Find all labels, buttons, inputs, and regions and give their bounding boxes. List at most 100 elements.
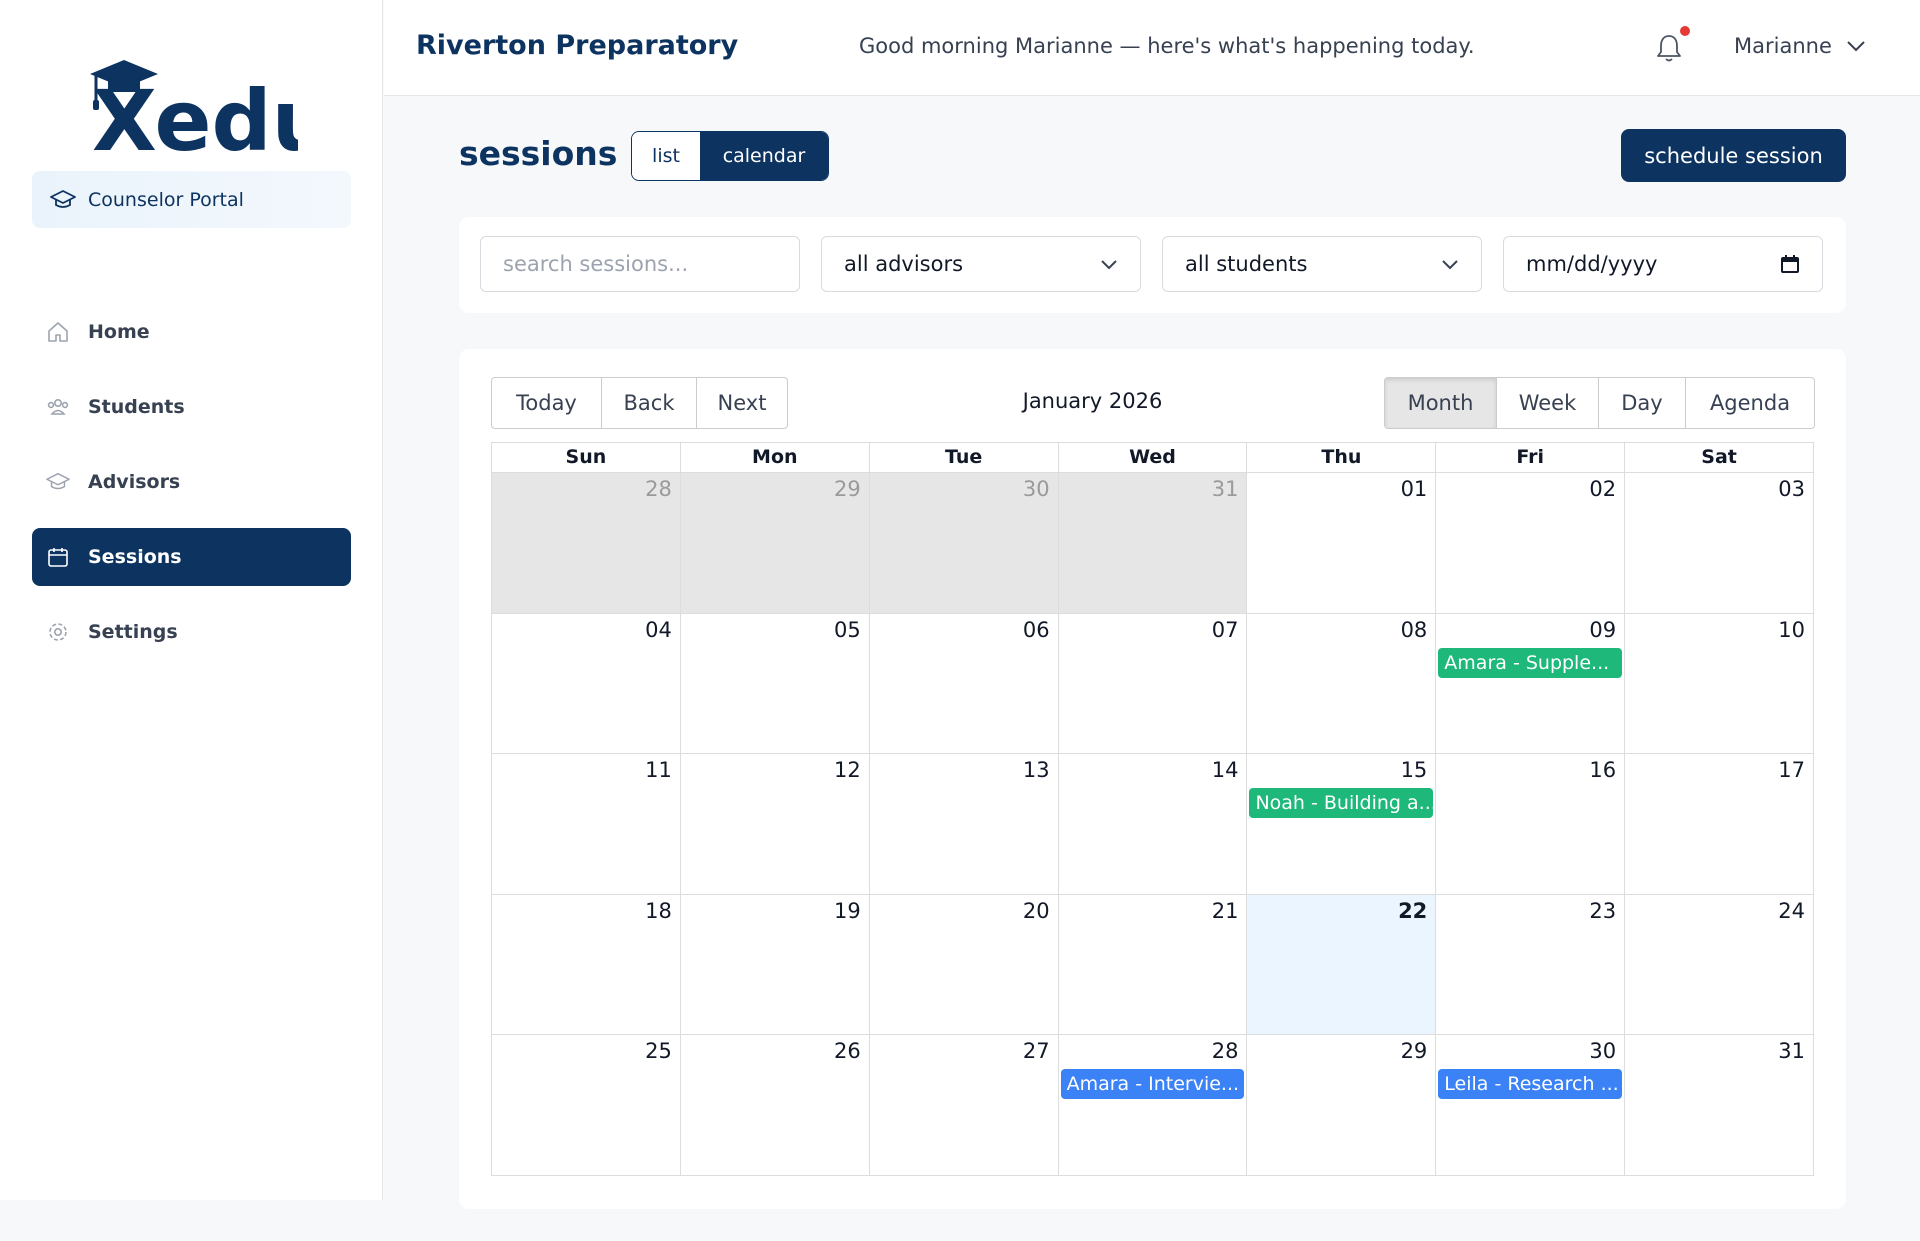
day-number[interactable]: 25: [645, 1039, 672, 1063]
weekday-header: Sat: [1701, 446, 1737, 468]
day-number[interactable]: 30: [1023, 477, 1050, 501]
day-cell[interactable]: 08: [1247, 613, 1437, 754]
day-cell[interactable]: 31: [1625, 1035, 1813, 1176]
day-cell[interactable]: 16: [1436, 754, 1626, 894]
day-cell[interactable]: 06: [870, 613, 1059, 754]
weekday-header: Tue: [870, 443, 1059, 472]
day-number[interactable]: 29: [834, 477, 861, 501]
today-button[interactable]: Today: [492, 378, 602, 428]
day-cell[interactable]: 18: [492, 894, 681, 1035]
sidebar-item-students[interactable]: Students: [32, 378, 351, 436]
day-cell[interactable]: 19: [681, 894, 870, 1035]
day-number[interactable]: 19: [834, 899, 861, 923]
day-number[interactable]: 22: [1398, 899, 1427, 923]
day-number[interactable]: 11: [645, 758, 672, 782]
bell-icon[interactable]: [1654, 32, 1684, 64]
day-cell[interactable]: 26: [681, 1035, 870, 1176]
calendar-icon[interactable]: [1780, 254, 1800, 274]
agenda-view-button[interactable]: Agenda: [1686, 378, 1814, 428]
day-number[interactable]: 14: [1212, 758, 1239, 782]
day-number[interactable]: 29: [1401, 1039, 1428, 1063]
day-number[interactable]: 15: [1401, 758, 1428, 782]
student-select[interactable]: all students: [1162, 236, 1482, 292]
day-cell[interactable]: 29: [680, 473, 870, 613]
day-number[interactable]: 31: [1778, 1039, 1805, 1063]
day-cell[interactable]: 24: [1625, 895, 1813, 1035]
list-view-button[interactable]: list: [632, 132, 700, 180]
day-number[interactable]: 17: [1778, 758, 1805, 782]
day-number[interactable]: 07: [1212, 618, 1239, 642]
day-cell[interactable]: 25: [492, 1035, 681, 1176]
day-number[interactable]: 28: [645, 477, 672, 501]
users-icon: [47, 399, 69, 415]
day-cell[interactable]: 20: [870, 894, 1059, 1035]
day-cell[interactable]: 21: [1059, 894, 1248, 1035]
day-number[interactable]: 12: [834, 758, 861, 782]
day-number[interactable]: 10: [1778, 618, 1805, 642]
back-button[interactable]: Back: [602, 378, 697, 428]
session-event[interactable]: Leila - Research ...: [1438, 1069, 1623, 1100]
day-number[interactable]: 05: [834, 618, 861, 642]
day-number[interactable]: 23: [1589, 899, 1616, 923]
day-cell[interactable]: 05: [681, 613, 870, 754]
day-cell[interactable]: 14: [1059, 754, 1248, 894]
day-cell[interactable]: 11: [492, 754, 681, 894]
day-view-button[interactable]: Day: [1599, 378, 1686, 428]
month-view-button[interactable]: Month: [1385, 378, 1497, 428]
day-cell[interactable]: 13: [870, 754, 1059, 894]
day-cell[interactable]: 30 Leila - Research ...: [1436, 1035, 1626, 1176]
sidebar-item-advisors[interactable]: Advisors: [32, 453, 351, 511]
day-number[interactable]: 16: [1589, 758, 1616, 782]
day-cell[interactable]: 28: [492, 473, 681, 613]
day-number[interactable]: 26: [834, 1039, 861, 1063]
day-number[interactable]: 18: [645, 899, 672, 923]
day-number[interactable]: 13: [1023, 758, 1050, 782]
day-cell[interactable]: 01: [1247, 473, 1437, 613]
user-menu[interactable]: Marianne: [1734, 34, 1866, 58]
day-number[interactable]: 21: [1212, 899, 1239, 923]
day-cell[interactable]: 23: [1436, 894, 1626, 1035]
search-input[interactable]: search sessions...: [480, 236, 800, 292]
day-cell[interactable]: 09 Amara - Supple...: [1436, 613, 1626, 754]
week-view-button[interactable]: Week: [1497, 378, 1599, 428]
next-button[interactable]: Next: [697, 378, 787, 428]
day-number[interactable]: 04: [645, 618, 672, 642]
day-number[interactable]: 20: [1023, 899, 1050, 923]
date-input[interactable]: mm/dd/yyyy: [1503, 236, 1823, 292]
day-cell[interactable]: 30: [869, 473, 1059, 613]
day-number[interactable]: 03: [1778, 477, 1805, 501]
advisor-select[interactable]: all advisors: [821, 236, 1141, 292]
schedule-session-button[interactable]: schedule session: [1621, 129, 1846, 182]
sidebar-item-sessions[interactable]: Sessions: [32, 528, 351, 586]
session-event[interactable]: Noah - Building a...: [1249, 788, 1434, 819]
day-cell[interactable]: 10: [1625, 614, 1813, 754]
day-cell[interactable]: 15 Noah - Building a...: [1247, 754, 1437, 894]
xedu-logo[interactable]: Xedu: [88, 56, 298, 156]
day-number[interactable]: 06: [1023, 618, 1050, 642]
day-cell[interactable]: 31: [1058, 473, 1248, 613]
day-number[interactable]: 08: [1401, 618, 1428, 642]
day-cell-today[interactable]: 22: [1247, 894, 1437, 1035]
sidebar-item-home[interactable]: Home: [32, 303, 351, 361]
day-number[interactable]: 24: [1778, 899, 1805, 923]
session-event[interactable]: Amara - Supple...: [1438, 647, 1623, 678]
day-cell[interactable]: 29: [1247, 1035, 1437, 1176]
day-number[interactable]: 27: [1023, 1039, 1050, 1063]
session-event[interactable]: Amara - Intervie...: [1060, 1069, 1245, 1100]
day-number[interactable]: 28: [1212, 1039, 1239, 1063]
calendar-view-button[interactable]: calendar: [700, 132, 828, 180]
day-cell[interactable]: 02: [1436, 473, 1626, 613]
day-cell[interactable]: 27: [870, 1035, 1059, 1176]
day-cell[interactable]: 04: [492, 613, 681, 754]
day-number[interactable]: 01: [1401, 477, 1428, 501]
day-number[interactable]: 02: [1589, 477, 1616, 501]
day-cell[interactable]: 12: [681, 754, 870, 894]
day-cell[interactable]: 07: [1059, 613, 1248, 754]
day-number[interactable]: 31: [1212, 477, 1239, 501]
day-cell[interactable]: 17: [1625, 754, 1813, 894]
day-number[interactable]: 09: [1589, 618, 1616, 642]
sidebar-item-settings[interactable]: Settings: [32, 603, 351, 661]
day-cell[interactable]: 03: [1625, 473, 1813, 613]
day-cell[interactable]: 28 Amara - Intervie...: [1059, 1035, 1248, 1176]
day-number[interactable]: 30: [1589, 1039, 1616, 1063]
